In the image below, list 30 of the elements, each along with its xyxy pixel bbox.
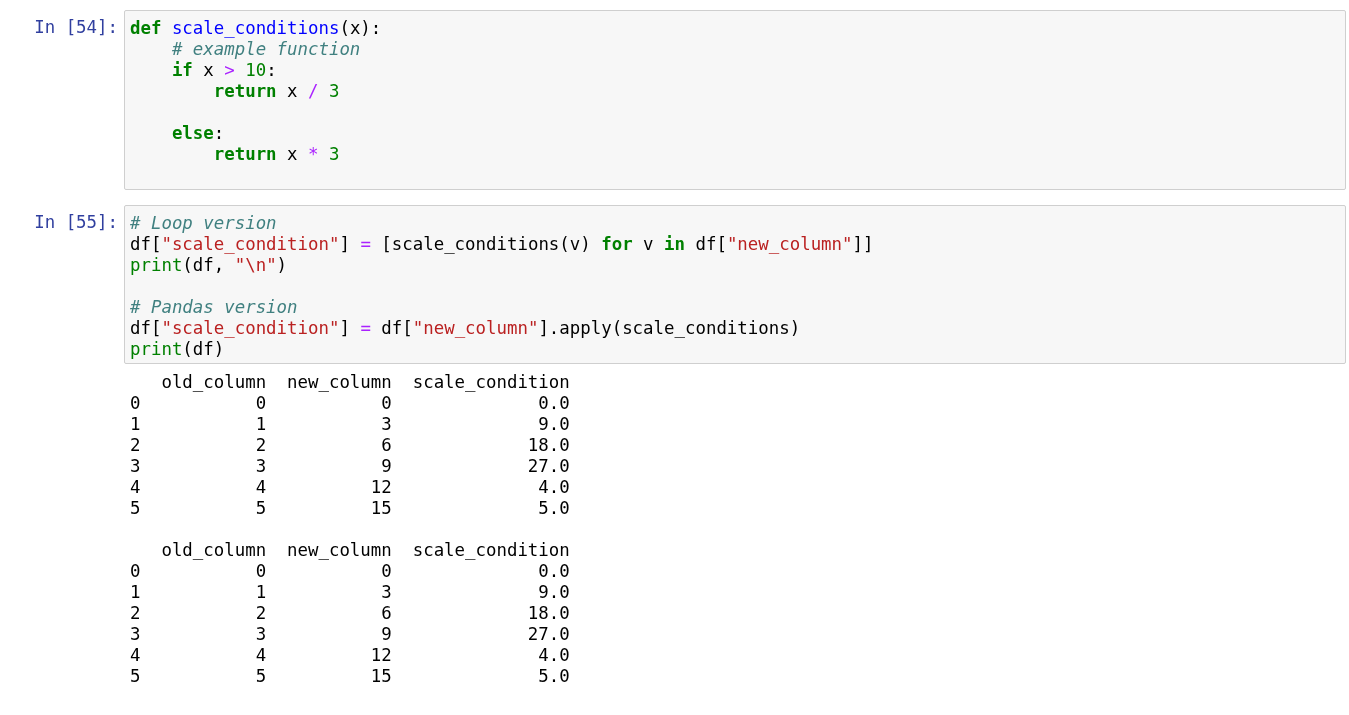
- code-line: print(df): [130, 339, 225, 360]
- code-line: # Pandas version: [130, 297, 298, 318]
- code-line: # example function: [170, 39, 361, 60]
- output-line: 5 5 15 5.0: [130, 666, 570, 687]
- output-line: 0 0 0 0.0: [130, 561, 570, 582]
- code-cell[interactable]: # Loop version df["scale_condition"] = [scale_conditions(v) for v in df["new_column"]] print(df, "\n") # Pandas version df["scale_condition"] = df["new_column"].apply(scale_conditions) print(df): [124, 205, 1346, 364]
- output-line: 3 3 9 27.0: [130, 456, 570, 477]
- code-line: print(df, "\n"): [130, 255, 288, 276]
- output-line: 2 2 6 18.0: [130, 603, 570, 624]
- code-cell[interactable]: def scale_conditions(x): # example function if x > 10: return x / 3 else: return x * 3: [124, 10, 1346, 190]
- output-line: 4 4 12 4.0: [130, 645, 570, 666]
- code-line: def scale_conditions(x):: [130, 18, 382, 39]
- code-line: else:: [170, 123, 225, 144]
- cell-prompt: In [54]:: [34, 16, 119, 39]
- output-line: old_column new_column scale_condition: [160, 372, 570, 393]
- cell-prompt: In [55]:: [34, 211, 119, 234]
- code-line: return x * 3: [212, 144, 340, 165]
- code-line: df["scale_condition"] = [scale_conditions(v) for v in df["new_column"]]: [130, 234, 874, 255]
- output-line: 1 1 3 9.0: [130, 414, 570, 435]
- output-line: 3 3 9 27.0: [130, 624, 570, 645]
- output-line: 5 5 15 5.0: [130, 498, 570, 519]
- output-line: 0 0 0 0.0: [130, 393, 570, 414]
- output-line: 2 2 6 18.0: [130, 435, 570, 456]
- output-line: old_column new_column scale_condition: [160, 540, 570, 561]
- code-line: return x / 3: [212, 81, 340, 102]
- code-line: if x > 10:: [170, 60, 277, 81]
- code-line: df["scale_condition"] = df["new_column"].apply(scale_conditions): [130, 318, 801, 339]
- code-line: # Loop version: [130, 213, 277, 234]
- output-line: 4 4 12 4.0: [130, 477, 570, 498]
- output-line: 1 1 3 9.0: [130, 582, 570, 603]
